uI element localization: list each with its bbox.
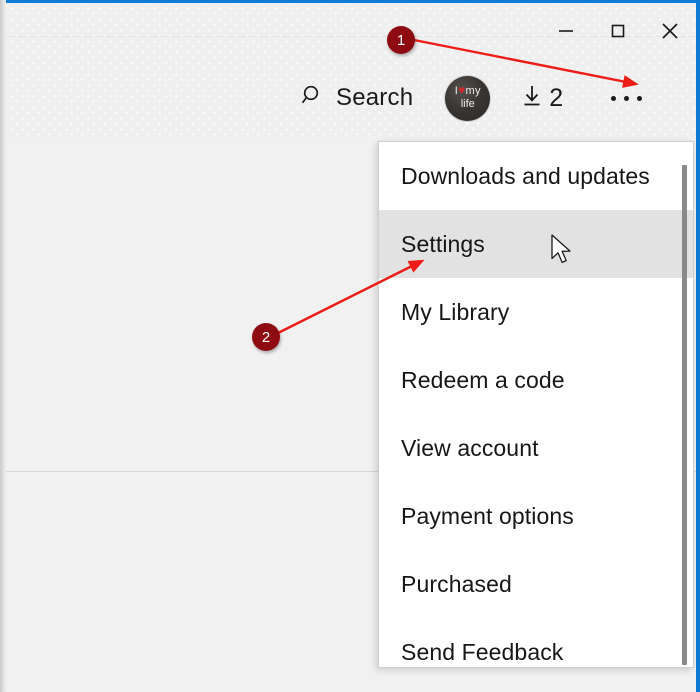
app-window: Search I♥my life 2 Downloads and updates… xyxy=(0,0,700,692)
maximize-icon xyxy=(607,20,629,42)
mouse-pointer-icon xyxy=(551,234,577,273)
menu-item-view-account[interactable]: View account xyxy=(379,414,693,482)
app-toolbar: Search I♥my life 2 xyxy=(300,72,648,124)
search-label: Search xyxy=(336,84,414,111)
avatar-line2: life xyxy=(460,97,475,110)
minimize-icon xyxy=(555,20,577,42)
avatar-line1: I♥my xyxy=(445,84,490,97)
menu-item-payment-options[interactable]: Payment options xyxy=(379,482,693,550)
menu-item-label: Downloads and updates xyxy=(401,162,650,189)
menu-item-downloads-and-updates[interactable]: Downloads and updates xyxy=(379,142,693,210)
ellipsis-dot xyxy=(624,95,630,101)
avatar[interactable]: I♥my life xyxy=(445,75,491,121)
menu-list: Downloads and updates Settings My Librar… xyxy=(379,142,693,667)
menu-item-redeem-a-code[interactable]: Redeem a code xyxy=(379,346,693,414)
menu-scrollbar[interactable] xyxy=(681,143,688,666)
ellipsis-dot xyxy=(611,95,617,101)
maximize-button[interactable] xyxy=(592,3,644,59)
menu-item-send-feedback[interactable]: Send Feedback xyxy=(379,618,693,667)
menu-item-label: Send Feedback xyxy=(401,638,564,665)
annotation-marker-2: 2 xyxy=(252,323,280,351)
search-icon xyxy=(300,83,326,114)
window-right-border xyxy=(696,0,700,692)
menu-item-label: Purchased xyxy=(401,570,512,597)
menu-item-label: Redeem a code xyxy=(401,366,565,393)
more-options-flyout: Downloads and updates Settings My Librar… xyxy=(378,141,694,668)
ellipsis-icon[interactable] xyxy=(605,88,648,109)
avatar-text-my: my xyxy=(465,84,481,97)
menu-scrollbar-thumb[interactable] xyxy=(682,165,687,665)
menu-item-label: Settings xyxy=(401,230,485,257)
menu-item-label: My Library xyxy=(401,298,510,325)
menu-item-my-library[interactable]: My Library xyxy=(379,278,693,346)
annotation-marker-1: 1 xyxy=(387,26,415,54)
downloads-count: 2 xyxy=(549,83,564,112)
window-left-shadow xyxy=(0,0,6,692)
window-controls xyxy=(540,3,696,59)
menu-item-settings[interactable]: Settings xyxy=(379,210,693,278)
menu-item-label: Payment options xyxy=(401,502,574,529)
ellipsis-dot xyxy=(637,95,643,101)
search-button[interactable]: Search xyxy=(300,83,413,114)
menu-item-purchased[interactable]: Purchased xyxy=(379,550,693,618)
heart-icon: ♥ xyxy=(458,82,466,97)
downloads-button[interactable]: 2 xyxy=(520,82,563,115)
minimize-button[interactable] xyxy=(540,3,592,59)
close-button[interactable] xyxy=(644,3,696,59)
close-icon xyxy=(658,19,682,43)
menu-item-label: View account xyxy=(401,434,539,461)
download-icon xyxy=(520,82,544,115)
